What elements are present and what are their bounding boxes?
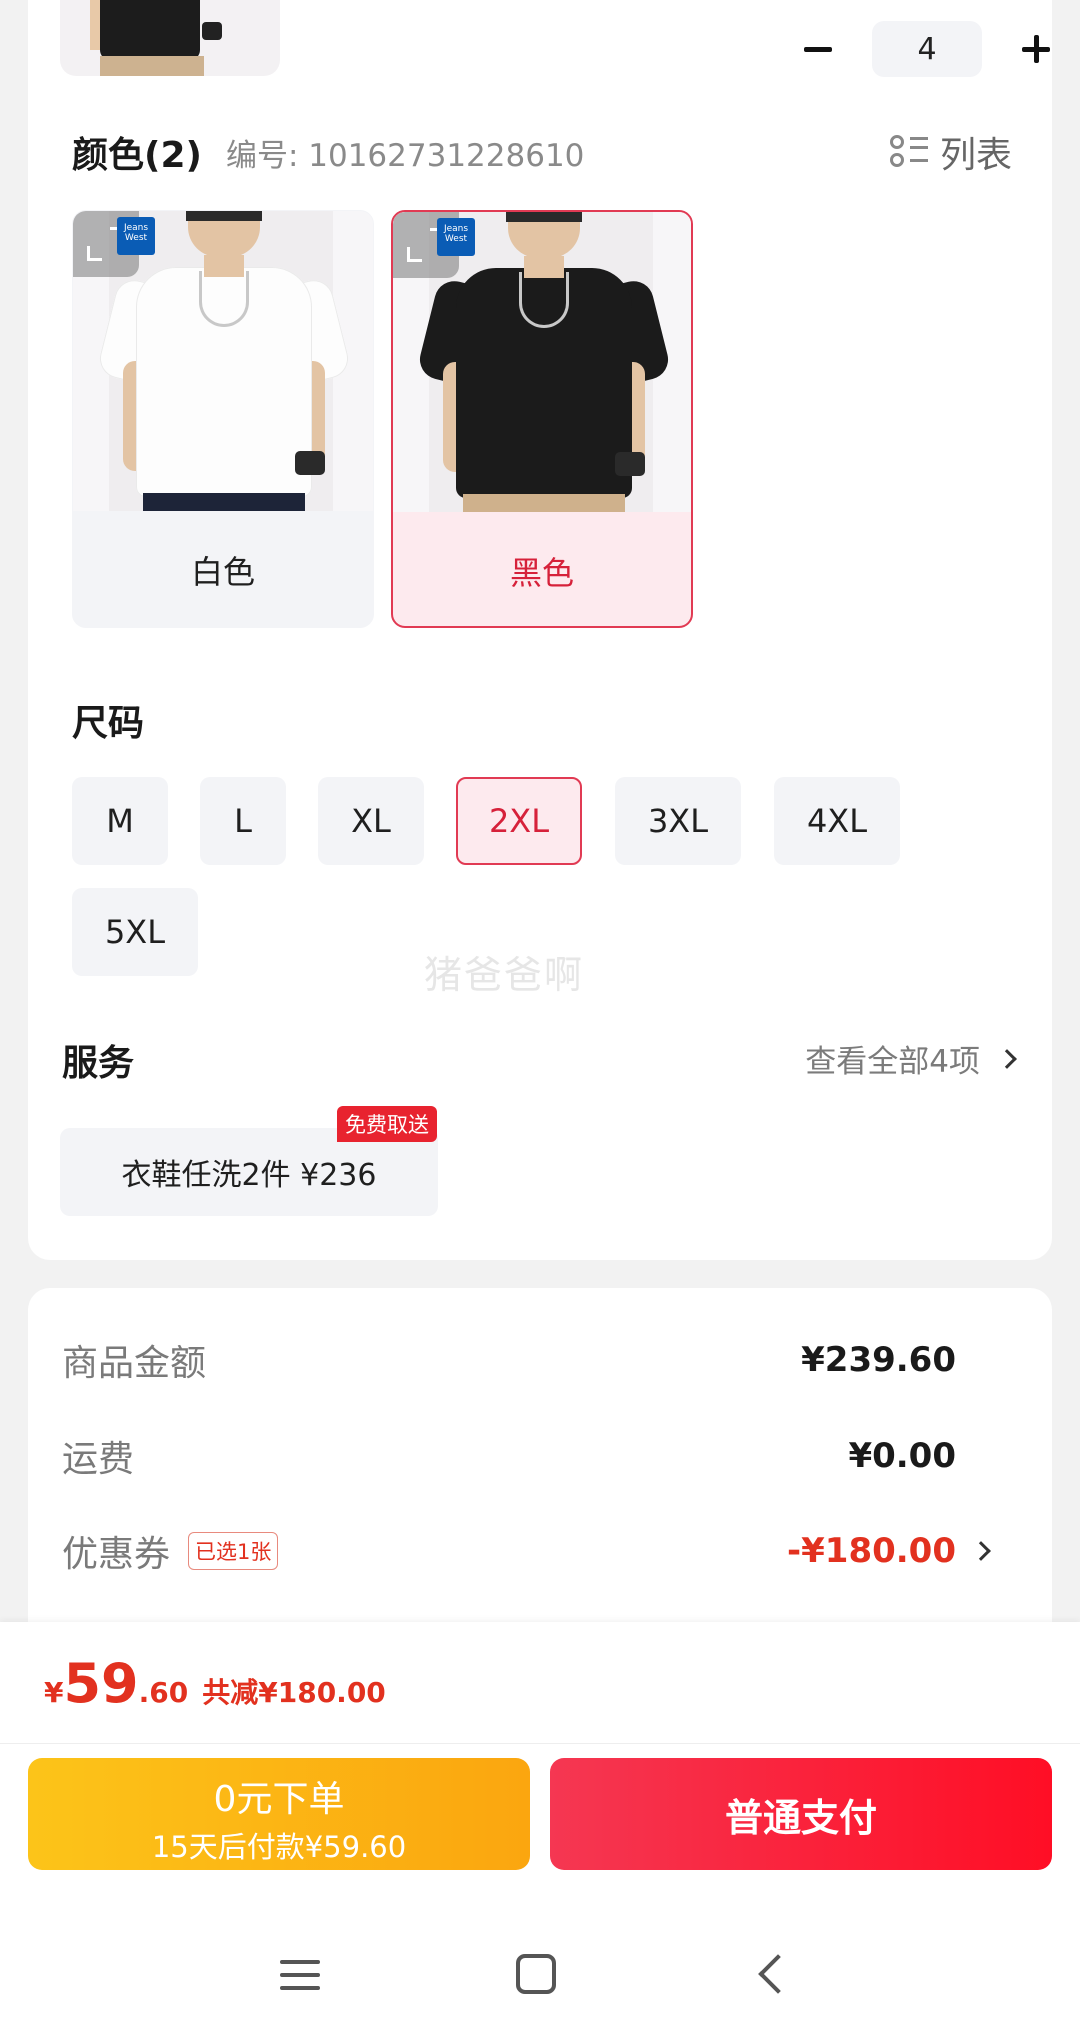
size-section-title: 尺码 (72, 703, 145, 744)
list-view-label: 列表 (939, 135, 1012, 176)
size-option-5xl[interactable]: 5XL (72, 888, 198, 976)
color-option-white[interactable]: Jeans West 白色 (72, 210, 374, 628)
size-option-m[interactable]: M (72, 777, 168, 865)
service-free-pickup-badge: 免费取送 (337, 1106, 437, 1142)
sku-number: 编号: 10162731228610 (225, 137, 585, 174)
goods-amount-row: 商品金额 ¥239.60 (62, 1330, 1026, 1390)
checkout-page: 4 颜色(2) 编号: 10162731228610 列表 Jeans West… (0, 0, 1080, 2030)
menu-icon[interactable] (280, 1958, 320, 1992)
brand-logo: Jeans West (117, 217, 155, 255)
chevron-right-icon (971, 1541, 991, 1561)
service-section-title: 服务 (62, 1043, 135, 1084)
color-option-label: 黑色 (509, 554, 574, 592)
coupon-value: -¥180.00 (787, 1531, 956, 1571)
home-icon[interactable] (516, 1954, 556, 1994)
coupon-selected-tag: 已选1张 (188, 1532, 279, 1570)
size-option-l[interactable]: L (200, 777, 286, 865)
goods-amount-label: 商品金额 (62, 1343, 207, 1384)
quantity-value[interactable]: 4 (872, 21, 982, 77)
size-option-3xl[interactable]: 3XL (615, 777, 741, 865)
coupon-label: 优惠券 (62, 1534, 171, 1575)
total-price: ¥ 59 .60 共减¥180.00 (44, 1652, 386, 1715)
color-option-black[interactable]: Jeans West 黑色 (391, 210, 693, 628)
quantity-stepper: 4 (800, 20, 1054, 78)
coupon-row[interactable]: 优惠券 已选1张 -¥180.00 (62, 1521, 1026, 1581)
zero-order-title: 0元下单 (213, 1779, 345, 1820)
quantity-plus-button[interactable] (1018, 31, 1054, 67)
color-section-title: 颜色(2) (72, 135, 202, 176)
chevron-right-icon (997, 1048, 1017, 1069)
total-decimal: .60 (138, 1676, 189, 1709)
checkout-bottom-bar: ¥ 59 .60 共减¥180.00 0元下单 15天后付款¥59.60 普通支… (0, 1622, 1080, 2030)
product-thumbnail[interactable] (60, 0, 280, 76)
size-option-2xl[interactable]: 2XL (456, 777, 582, 865)
divider (0, 1743, 1080, 1744)
total-savings: 共减¥180.00 (202, 1676, 386, 1709)
brand-logo: Jeans West (437, 218, 475, 256)
total-integer: 59 (63, 1652, 139, 1715)
watermark: 猪爸爸啊 (424, 953, 585, 997)
shipping-label: 运费 (62, 1439, 135, 1480)
currency-symbol: ¥ (44, 1676, 64, 1709)
shipping-row: 运费 ¥0.00 (62, 1426, 1026, 1486)
size-option-4xl[interactable]: 4XL (774, 777, 900, 865)
quantity-minus-button[interactable] (800, 31, 836, 67)
list-view-toggle[interactable]: 列表 (889, 126, 1012, 178)
goods-amount-value: ¥239.60 (801, 1340, 956, 1380)
color-option-label: 白色 (190, 553, 255, 591)
system-navigation-bar (0, 1922, 1080, 2030)
normal-pay-button[interactable]: 普通支付 (550, 1758, 1052, 1870)
size-option-xl[interactable]: XL (318, 777, 424, 865)
service-view-all-link[interactable]: 查看全部4项 (805, 1036, 1017, 1081)
list-icon (889, 133, 928, 171)
shipping-value: ¥0.00 (848, 1436, 956, 1476)
zero-order-subtitle: 15天后付款¥59.60 (151, 1830, 407, 1864)
service-view-all-label: 查看全部4项 (805, 1044, 980, 1080)
zero-down-order-button[interactable]: 0元下单 15天后付款¥59.60 (28, 1758, 530, 1870)
color-section-header: 颜色(2) 编号: 10162731228610 列表 (72, 122, 1012, 182)
back-icon[interactable] (758, 1954, 798, 1994)
